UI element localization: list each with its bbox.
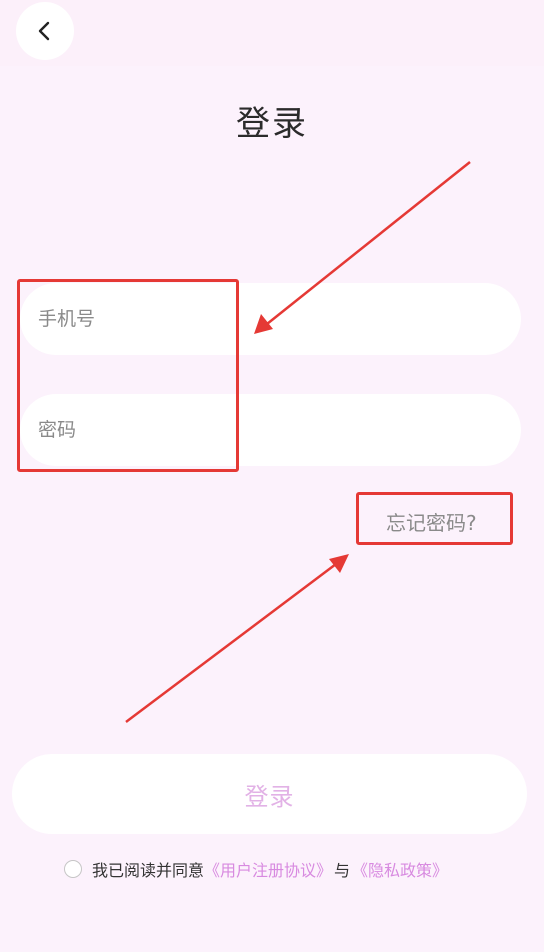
password-field[interactable]: [20, 393, 521, 467]
phone-input[interactable]: [36, 282, 521, 356]
phone-field[interactable]: [20, 282, 521, 356]
agreement-prefix: 我已阅读并同意: [92, 861, 205, 880]
chevron-left-icon: [38, 21, 50, 41]
back-button[interactable]: [16, 2, 74, 60]
login-button[interactable]: 登录: [12, 754, 527, 834]
annotation-arrowhead-forgot: [329, 554, 349, 573]
forgot-password-link[interactable]: 忘记密码?: [386, 507, 477, 536]
privacy-policy-link[interactable]: 《隐私政策》: [352, 857, 448, 881]
password-input[interactable]: [36, 393, 521, 467]
agreement-row: 我已阅读并同意 《用户注册协议》 与 《隐私政策》: [64, 856, 448, 882]
agreement-checkbox[interactable]: [64, 860, 82, 878]
agreement-conjunction: 与: [334, 861, 351, 880]
page-title: 登录: [236, 104, 308, 144]
annotation-arrow-to-forgot: [125, 560, 341, 723]
top-bar: [0, 0, 544, 66]
user-agreement-link[interactable]: 《用户注册协议》: [204, 857, 332, 881]
